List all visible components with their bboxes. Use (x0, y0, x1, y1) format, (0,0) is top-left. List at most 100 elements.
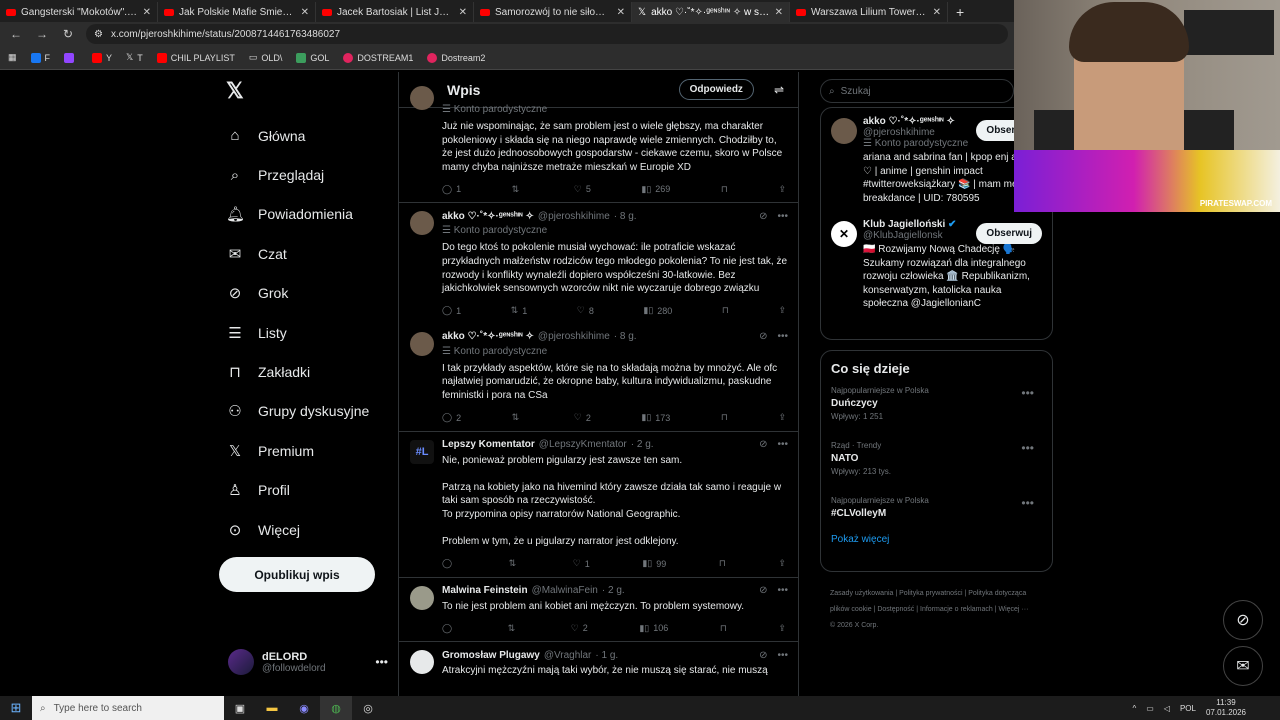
sidebar-item-notifications[interactable]: 🔔︎ Powiadomienia (218, 195, 388, 234)
grok-icon[interactable]: ⊘ (759, 211, 767, 222)
account-switcher[interactable]: dELORD @followdelord ••• (228, 646, 388, 678)
bookmark-icon[interactable]: ⊓ (722, 304, 729, 318)
reload-icon[interactable]: ↻ (60, 27, 76, 41)
like-icon[interactable]: ♡ 2 (571, 621, 588, 635)
author-name[interactable]: Gromosław Plugawy (442, 650, 540, 661)
author-handle[interactable]: @MalwinaFein (532, 585, 598, 596)
reply-icon[interactable]: ◯ 2 (442, 411, 461, 425)
more-icon[interactable]: ••• (777, 585, 788, 596)
more-icon[interactable]: ••• (777, 439, 788, 450)
views-icon[interactable]: ▮▯ 106 (639, 621, 668, 635)
close-icon[interactable]: ✕ (933, 7, 941, 18)
sidebar-item-premium[interactable]: 𝕏 Premium (218, 431, 388, 470)
reply-icon[interactable]: ◯ (442, 621, 456, 635)
trend-item[interactable]: Najpopularniejsze w Polska #CLVolleyM ••… (831, 496, 1042, 536)
browser-tab[interactable]: Jak Polskie Mafie Śmieciowe TR ✕ (158, 2, 316, 22)
share-icon[interactable]: ⇪ (778, 557, 786, 571)
back-icon[interactable]: ← (8, 27, 24, 41)
share-icon[interactable]: ⇪ (778, 304, 786, 318)
network-icon[interactable]: ▭ (1146, 704, 1154, 713)
tweet[interactable]: Malwina Feinstein @MalwinaFein · 2 g. ⊘ ••• … (399, 578, 798, 643)
language-indicator[interactable]: POL (1180, 704, 1196, 713)
close-icon[interactable]: ✕ (617, 7, 625, 18)
tweet[interactable]: #L Lepszy Komentator @LepszyKmentator · 2 … (399, 432, 798, 578)
author-name[interactable]: Malwina Feinstein (442, 585, 528, 596)
more-icon[interactable]: ••• (777, 211, 788, 222)
trend-item[interactable]: Rząd · Trendy NATO Wpływy: 213 tys. ••• (831, 441, 1042, 496)
clock[interactable]: 11:39 07.01.2026 (1206, 698, 1246, 718)
new-tab-button[interactable]: + (948, 2, 972, 22)
forward-icon[interactable]: → (34, 27, 50, 41)
post-button[interactable]: Opublikuj wpis (219, 557, 375, 592)
bookmark-folder[interactable]: ▭ OLD\ (249, 52, 283, 63)
file-explorer-icon[interactable]: ▬ (256, 696, 288, 720)
chrome-icon[interactable]: ◍ (320, 696, 352, 720)
sidebar-item-bookmarks[interactable]: ⊓ Zakładki (218, 352, 388, 391)
sidebar-item-grok[interactable]: ⊘ Grok (218, 274, 388, 313)
reply-icon[interactable]: ◯ (442, 557, 456, 571)
browser-tab-active[interactable]: 𝕏akko ♡·˚*✧·ᵍᵉᶰˢʰᶦᶰ ✧ w serwisie ✕ (632, 2, 790, 22)
tweet-time[interactable]: · 2 g. (631, 439, 654, 450)
settings-sliders-icon[interactable]: ⇌ (774, 83, 784, 97)
more-icon[interactable]: ••• (1021, 441, 1034, 455)
footer-links[interactable]: Zasady użytkowania | Polityka prywatnośc… (830, 586, 1030, 634)
more-icon[interactable]: ••• (375, 655, 388, 669)
bookmark-icon[interactable]: ⊓ (721, 182, 728, 196)
tweet[interactable]: akko ♡·˚*✧·ᵍᵉᶰˢʰᶦᶰ ✧ @pjeroshkihime · 8 g.… (399, 324, 798, 432)
like-icon[interactable]: ♡ 8 (577, 304, 594, 318)
more-icon[interactable]: ••• (777, 650, 788, 661)
obs-icon[interactable]: ◎ (352, 696, 384, 720)
close-icon[interactable]: ✕ (301, 7, 309, 18)
bookmark[interactable]: DOSTREAM1 (343, 52, 413, 63)
trend-item[interactable]: Najpopularniejsze w Polska Duńczycy Wpły… (831, 386, 1042, 441)
author-handle[interactable]: @Vraghlar (544, 650, 592, 661)
sidebar-item-lists[interactable]: ☰ Listy (218, 313, 388, 352)
sidebar-item-explore[interactable]: ⌕ Przeglądaj (218, 155, 388, 194)
reply-icon[interactable]: ◯ 1 (442, 304, 461, 318)
suggested-account[interactable]: ✕ Klub Jagielloński ✔ @KlubJagiellonsk 🇵… (821, 211, 1052, 317)
tweet-time[interactable]: · 2 g. (602, 585, 625, 596)
follow-button[interactable]: Obserwuj (976, 223, 1042, 244)
repost-icon[interactable]: ⇅ 1 (511, 304, 528, 318)
bookmark-icon[interactable]: ⊓ (720, 621, 727, 635)
repost-icon[interactable]: ⇅ (509, 557, 521, 571)
messages-fab-icon[interactable]: ✉ (1223, 646, 1263, 686)
author-handle[interactable]: @pjeroshkihime (538, 331, 610, 342)
grok-icon[interactable]: ⊘ (759, 585, 767, 596)
site-info-icon[interactable]: ⚙ (94, 29, 103, 40)
author-handle[interactable]: @LepszyKmentator (539, 439, 627, 450)
browser-tab[interactable]: Gangsterski "Mokotów". Szlak p ✕ (0, 2, 158, 22)
views-icon[interactable]: ▮▯ 173 (641, 411, 670, 425)
bookmark-icon[interactable]: ⊓ (721, 411, 728, 425)
bookmark[interactable] (64, 52, 78, 63)
tweet[interactable]: Gromosław Plugawy @Vraghlar · 1 g. ⊘ ••• Atr… (399, 642, 798, 684)
author-name[interactable]: Lepszy Komentator (442, 439, 535, 450)
reply-icon[interactable]: ◯ 1 (442, 182, 461, 196)
browser-tab[interactable]: Samorozwój to nie siłownia, a w ✕ (474, 2, 632, 22)
share-icon[interactable]: ⇪ (778, 182, 786, 196)
bookmark[interactable]: F (30, 52, 50, 63)
browser-tab[interactable]: Warszawa Lilium Tower będzie ✕ (790, 2, 948, 22)
views-icon[interactable]: ▮▯ 99 (642, 557, 666, 571)
sidebar-item-communities[interactable]: ⚇ Grupy dyskusyjne (218, 392, 388, 431)
volume-icon[interactable]: ◁ (1164, 704, 1170, 713)
repost-icon[interactable]: ⇅ (512, 182, 524, 196)
search-input[interactable]: ⌕ Szukaj (820, 79, 1014, 103)
more-icon[interactable]: ••• (1021, 496, 1034, 510)
sidebar-item-home[interactable]: ⌂ Główna (218, 116, 388, 155)
bookmark[interactable]: Dostream2 (427, 52, 485, 63)
sidebar-item-profile[interactable]: ♙ Profil (218, 471, 388, 510)
grok-icon[interactable]: ⊘ (759, 439, 767, 450)
share-icon[interactable]: ⇪ (778, 411, 786, 425)
share-icon[interactable]: ⇪ (778, 621, 786, 635)
x-logo-icon[interactable]: 𝕏 (226, 78, 388, 106)
bookmark-icon[interactable]: ⊓ (719, 557, 726, 571)
author-handle[interactable]: @pjeroshkihime (538, 211, 610, 222)
grok-icon[interactable]: ⊘ (759, 650, 767, 661)
tweet[interactable]: ☰ Konto parodystyczne Już nie wspominają… (399, 86, 798, 204)
tweet-time[interactable]: · 8 g. (614, 331, 637, 342)
app-icon[interactable]: ◉ (288, 696, 320, 720)
tweet-time[interactable]: · 1 g. (595, 650, 618, 661)
author-name[interactable]: akko ♡·˚*✧·ᵍᵉᶰˢʰᶦᶰ ✧ (442, 331, 534, 342)
repost-icon[interactable]: ⇅ (512, 411, 524, 425)
